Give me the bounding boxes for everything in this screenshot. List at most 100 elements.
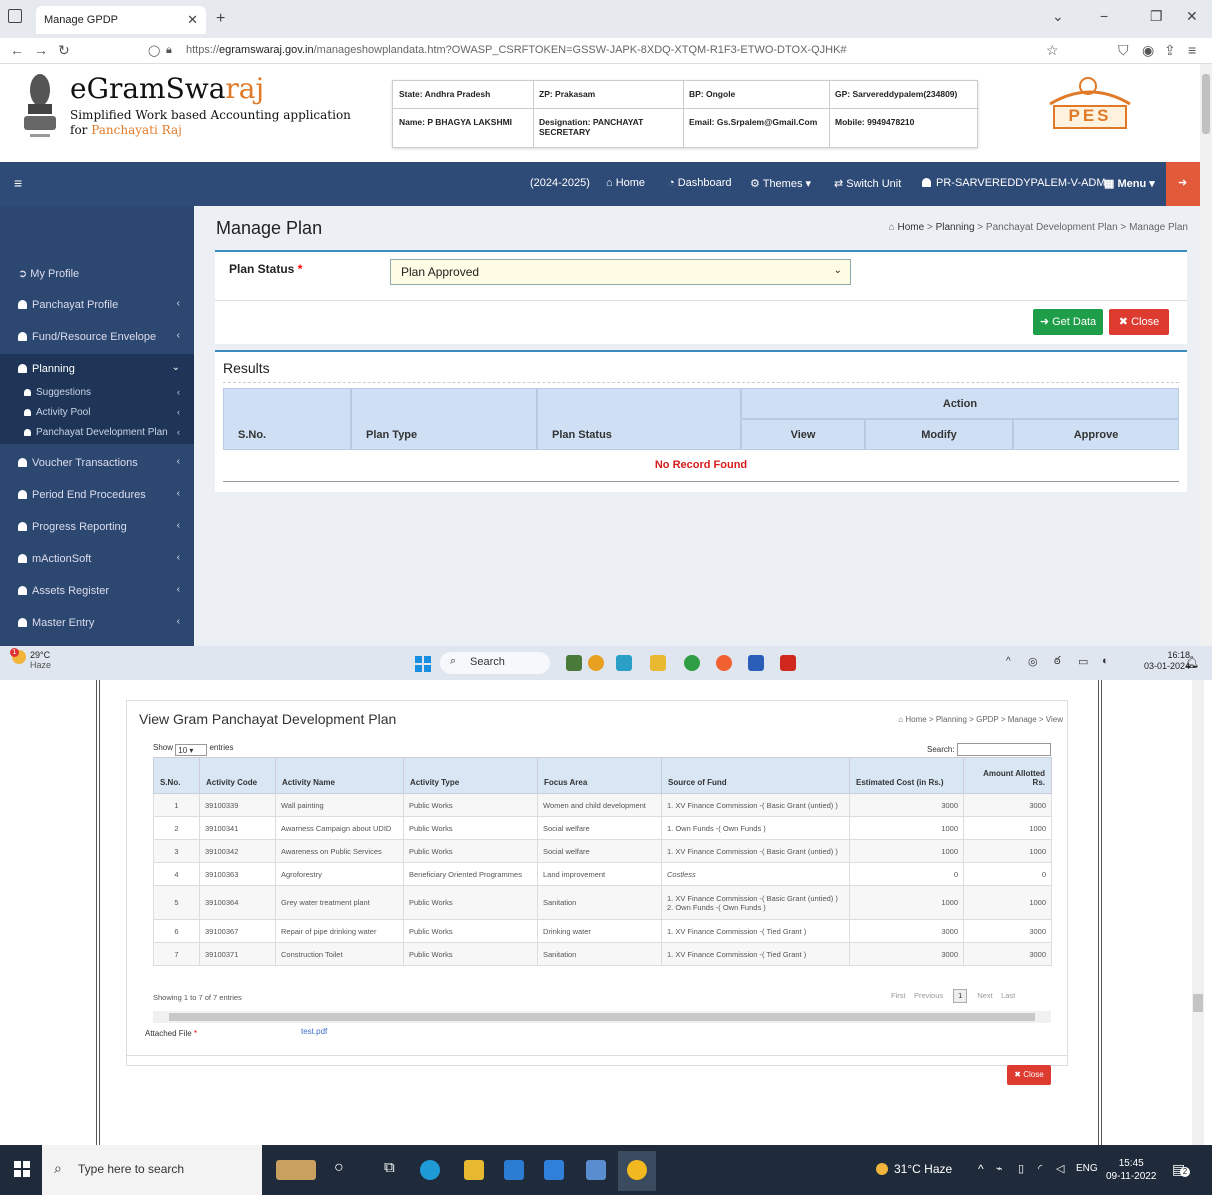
file-explorer-icon[interactable] [464, 1160, 484, 1180]
col-plan-type[interactable]: Plan Type [351, 388, 537, 450]
file-explorer-icon[interactable] [650, 655, 666, 671]
sidebar-item-period-end[interactable]: Period End Procedures ‹ [0, 480, 194, 508]
vb-planning[interactable]: Planning [936, 715, 967, 724]
close-window-icon[interactable]: ✕ [1186, 8, 1198, 25]
get-data-button[interactable]: ➜ Get Data [1033, 309, 1103, 335]
tray-display-icon[interactable]: ▭ [1078, 655, 1088, 668]
news-widget-icon[interactable] [276, 1160, 316, 1180]
plan-status-select[interactable]: Plan Approved ⌄ [390, 259, 851, 285]
sidebar-sub-panchayat-dev-plan[interactable]: Panchayat Development Plan ‹ [0, 424, 194, 444]
app-icon[interactable] [586, 1160, 606, 1180]
entries-select[interactable]: 10 ▾ [175, 744, 208, 756]
store-icon[interactable] [504, 1160, 524, 1180]
bottom-scrollbar[interactable] [1192, 680, 1204, 1145]
tray-language[interactable]: ENG [1076, 1163, 1098, 1174]
notification-bell-icon[interactable]: 🔔︎ [1184, 655, 1199, 669]
tray-lang-icon[interactable]: ఠ [1054, 655, 1061, 670]
notification-center-icon[interactable]: ▤ 2 [1172, 1161, 1190, 1178]
th-source-of-fund[interactable]: Source of Fund [661, 757, 850, 794]
pager-current[interactable]: 1 [953, 989, 968, 1003]
th-activity-type[interactable]: Activity Type [403, 757, 538, 794]
pager-next[interactable]: Next [977, 991, 992, 1000]
vb-manage[interactable]: Manage [1008, 715, 1037, 724]
star-icon[interactable]: ☆ [1046, 42, 1059, 59]
breadcrumb-planning[interactable]: Planning [936, 222, 975, 233]
account-icon[interactable]: ◉ [1142, 42, 1154, 59]
mail-icon[interactable] [544, 1160, 564, 1180]
th-estimated-cost[interactable]: Estimated Cost (in Rs.) [849, 757, 964, 794]
sidebar-item-planning[interactable]: Planning ⌄ [0, 354, 194, 384]
pager-first[interactable]: First [891, 991, 906, 1000]
back-icon[interactable]: ← [10, 42, 24, 58]
sidebar-item-progress-reporting[interactable]: Progress Reporting ‹ [0, 512, 194, 540]
sidebar-item-master-entry[interactable]: Master Entry ‹ [0, 608, 194, 636]
nav-user[interactable]: PR-SARVEREDDYPALEM-V-ADM [922, 177, 1106, 189]
start-button[interactable] [415, 656, 431, 672]
table-hscroll[interactable] [153, 1011, 1051, 1023]
sidebar-sub-suggestions[interactable]: Suggestions ‹ [0, 384, 194, 404]
logout-button[interactable]: ➜ [1166, 162, 1200, 206]
reload-icon[interactable]: ↻ [58, 42, 70, 59]
th-amount-allotted[interactable]: Amount Allotted Rs. [963, 757, 1052, 794]
task-view-icon[interactable]: ⧉ [384, 1159, 395, 1176]
th-activity-name[interactable]: Activity Name [275, 757, 404, 794]
tray-volume-icon[interactable]: ◁ [1056, 1162, 1064, 1175]
shield-icon[interactable]: ◯ [148, 44, 160, 57]
brand-title[interactable]: eGramSwaraj [70, 72, 264, 105]
taskbar-2-search[interactable]: ⌕ Type here to search [42, 1145, 262, 1195]
th-focus-area[interactable]: Focus Area [537, 757, 662, 794]
word-icon[interactable] [748, 655, 764, 671]
sidebar-item-fund-envelope[interactable]: Fund/Resource Envelope ‹ [0, 322, 194, 350]
firefox-icon[interactable] [716, 655, 732, 671]
col-plan-status[interactable]: Plan Status [537, 388, 741, 450]
nav-home[interactable]: ⌂ Home [606, 177, 645, 189]
col-sno[interactable]: S.No. [223, 388, 351, 450]
nav-menu[interactable]: ▦ Menu ▾ [1104, 177, 1155, 190]
sidebar-item-panchayat-profile[interactable]: Panchayat Profile ‹ [0, 290, 194, 318]
chrome-taskbar-item[interactable] [618, 1151, 656, 1191]
page-scrollbar[interactable] [1200, 64, 1212, 646]
th-sno[interactable]: S.No. [153, 757, 200, 794]
sidebar-toggle-icon[interactable]: ≡ [14, 175, 22, 191]
view-close-button[interactable]: ✖ Close [1007, 1065, 1051, 1085]
sidebar-item-mactionsoft[interactable]: mActionSoft ‹ [0, 544, 194, 572]
pager-previous[interactable]: Previous [914, 991, 943, 1000]
nav-switch-unit[interactable]: ⇄ Switch Unit [834, 177, 901, 190]
sidebar-item-voucher-transactions[interactable]: Voucher Transactions ‹ [0, 448, 194, 476]
breadcrumb-pdp[interactable]: Panchayat Development Plan [986, 222, 1118, 233]
sidebar-item-assets-register[interactable]: Assets Register ‹ [0, 576, 194, 604]
new-tab-icon[interactable]: + [216, 10, 225, 28]
tray-battery-icon[interactable]: ▯ [1018, 1162, 1024, 1175]
breadcrumb-home[interactable]: Home [897, 222, 924, 233]
chevron-down-icon[interactable]: ⌄ [1052, 8, 1064, 25]
url-field[interactable]: https://egramswaraj.gov.in/manageshowpla… [186, 44, 847, 56]
vb-gpdp[interactable]: GPDP [976, 715, 999, 724]
edge-icon[interactable] [420, 1160, 440, 1180]
th-activity-code[interactable]: Activity Code [199, 757, 276, 794]
nav-dashboard[interactable]: ◔ Dashboard [668, 177, 732, 189]
attached-file-link[interactable]: test.pdf [301, 1027, 327, 1036]
pocket-icon[interactable]: ⛉ [1118, 42, 1129, 59]
extensions-icon[interactable]: ⇪ [1164, 42, 1176, 59]
vb-home[interactable]: Home [905, 715, 926, 724]
tray-chevron-icon[interactable]: ^ [978, 1162, 984, 1176]
sidebar-sub-activity-pool[interactable]: Activity Pool ‹ [0, 404, 194, 424]
app-flower-icon[interactable] [588, 655, 604, 671]
minimize-icon[interactable]: − [1100, 8, 1108, 24]
tray-network-icon[interactable]: ⌁ [996, 1162, 1003, 1175]
nav-themes[interactable]: ⚙ Themes ▾ [750, 177, 811, 190]
taskbar-2-clock[interactable]: 15:45 09-11-2022 [1106, 1157, 1156, 1183]
restore-icon[interactable]: ❐ [1150, 8, 1163, 25]
pager-last[interactable]: Last [1001, 991, 1015, 1000]
tray-network-icon[interactable]: ◎ [1028, 655, 1038, 668]
nav-year[interactable]: (2024-2025) [530, 177, 590, 189]
acrobat-icon[interactable] [780, 655, 796, 671]
taskbar-search[interactable]: ⌕ Search [440, 652, 550, 674]
forward-icon[interactable]: → [34, 42, 48, 58]
hamburger-menu-icon[interactable]: ≡ [1188, 42, 1196, 58]
tray-chevron-icon[interactable]: ^ [1006, 656, 1011, 667]
chrome-icon[interactable] [684, 655, 700, 671]
close-button[interactable]: ✖ Close [1109, 309, 1169, 335]
app-copilot-icon[interactable] [616, 655, 632, 671]
sidebar-item-my-profile[interactable]: ➲ My Profile [0, 258, 194, 286]
